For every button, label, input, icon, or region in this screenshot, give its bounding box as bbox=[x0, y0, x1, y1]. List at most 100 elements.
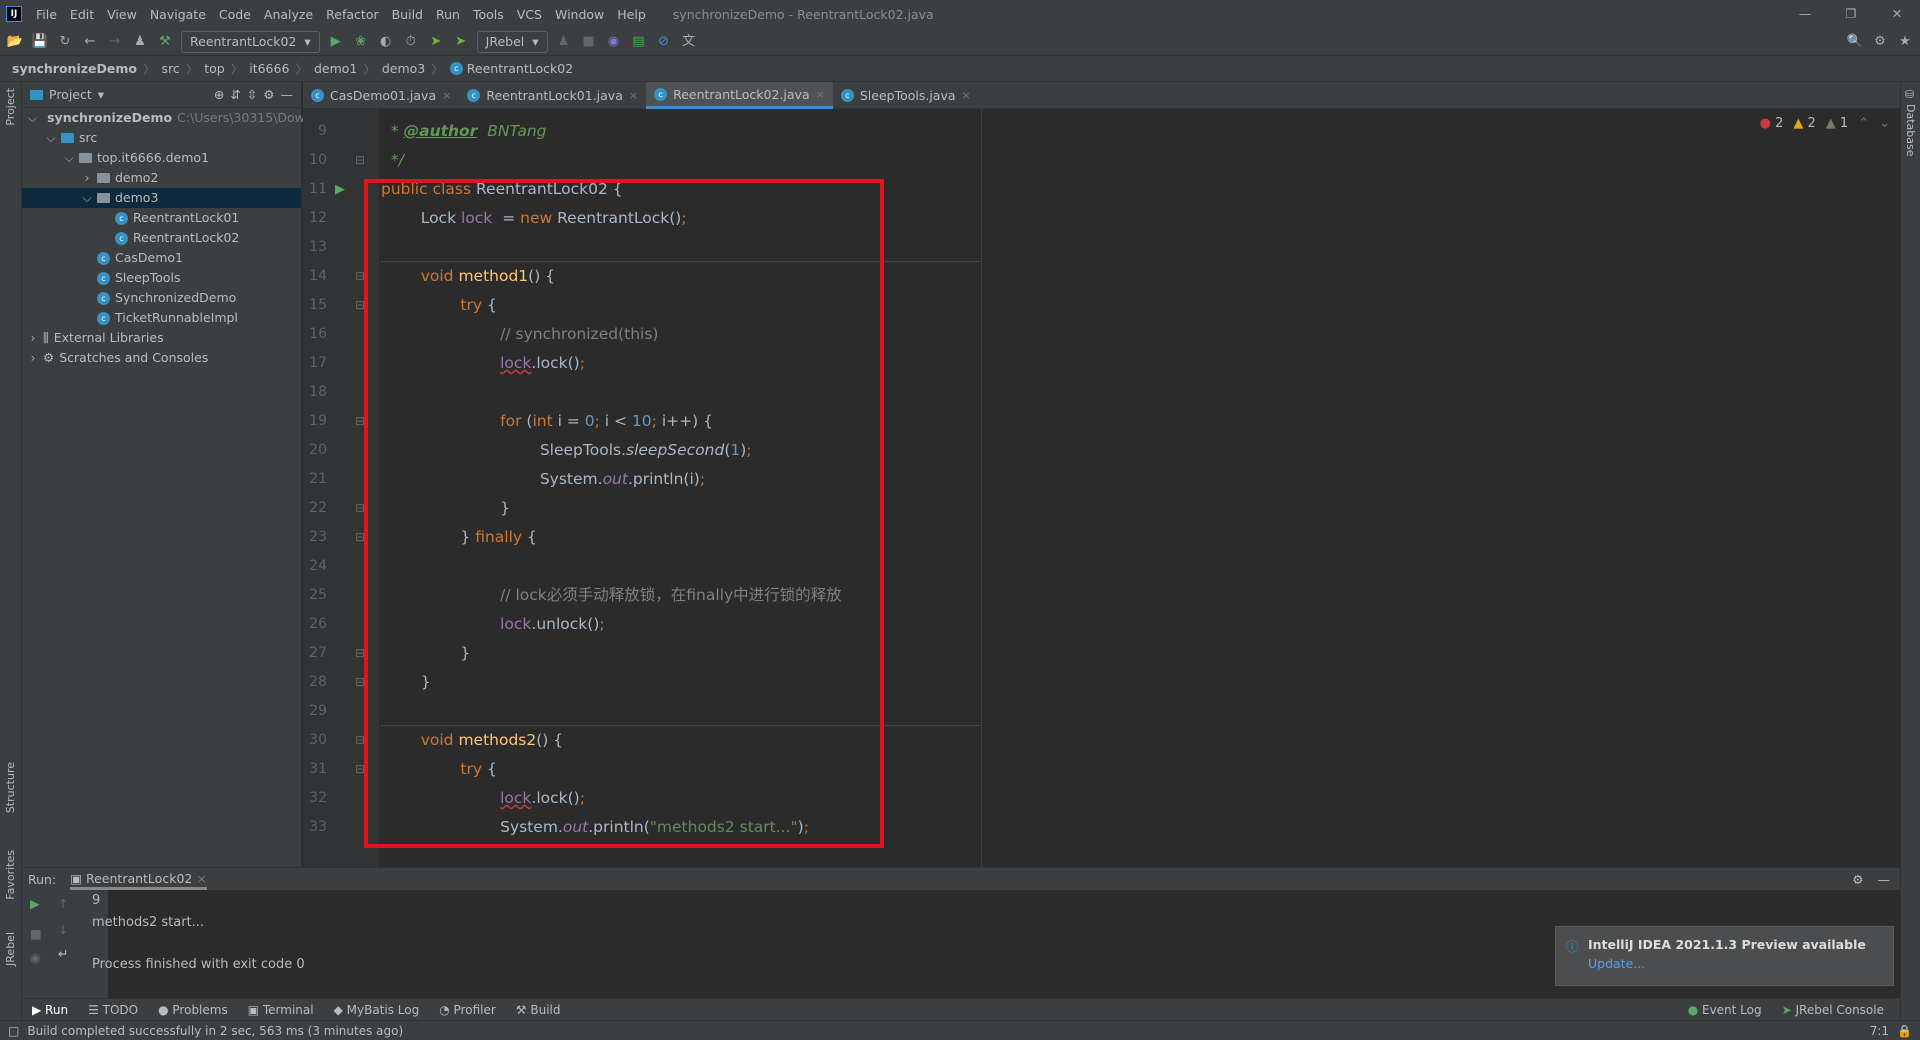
menu-vcs[interactable]: VCS bbox=[517, 7, 542, 22]
chevron-down-icon[interactable]: ⌵ bbox=[46, 128, 56, 148]
tab-reentrantlock01[interactable]: c ReentrantLock01.java × bbox=[459, 82, 646, 109]
stop-icon[interactable]: ■ bbox=[30, 926, 42, 941]
run-icon[interactable]: ▶ bbox=[327, 33, 345, 51]
hide-icon[interactable]: — bbox=[281, 87, 294, 102]
menu-build[interactable]: Build bbox=[392, 7, 423, 22]
breadcrumb-item[interactable]: demo1 bbox=[314, 61, 357, 76]
toolwindow-run[interactable]: ▶ Run bbox=[32, 1003, 68, 1017]
run-config-select[interactable]: ReentrantLock02 ▾ bbox=[181, 30, 320, 53]
tree-item[interactable]: c ReentrantLock01 bbox=[22, 208, 301, 228]
code-line[interactable]: * @author BNTang bbox=[303, 117, 1893, 146]
breadcrumb-item[interactable]: synchronizeDemo bbox=[12, 61, 137, 76]
update-icon[interactable]: ★ bbox=[1896, 33, 1914, 51]
chevron-right-icon[interactable]: › bbox=[28, 348, 38, 368]
previous-highlight-icon[interactable]: ⌃ bbox=[1858, 116, 1869, 131]
disable-icon[interactable]: ⊘ bbox=[655, 33, 673, 51]
tree-item[interactable]: c SynchronizedDemo bbox=[22, 288, 301, 308]
minimize-button[interactable]: — bbox=[1782, 0, 1828, 28]
toolwindow-build[interactable]: ⚒ Build bbox=[516, 1003, 561, 1017]
breadcrumb-item[interactable]: ReentrantLock02 bbox=[467, 61, 573, 76]
expand-all-icon[interactable]: ⇵ bbox=[230, 87, 240, 102]
menu-view[interactable]: View bbox=[107, 7, 137, 22]
gear-icon[interactable]: ⚙ bbox=[1871, 33, 1889, 51]
toolwindow-mybatis-log[interactable]: ◆ MyBatis Log bbox=[334, 1003, 420, 1017]
stripe-database[interactable]: Database bbox=[1904, 104, 1917, 157]
jrebel-select[interactable]: JRebel ▾ bbox=[476, 30, 548, 53]
search-icon[interactable]: 🔍 bbox=[1846, 33, 1864, 51]
back-icon[interactable]: ← bbox=[81, 33, 99, 51]
monitor-icon[interactable]: ▤ bbox=[630, 33, 648, 51]
menu-file[interactable]: File bbox=[36, 7, 57, 22]
tree-item[interactable]: › demo2 bbox=[22, 168, 301, 188]
stop-icon[interactable]: ■ bbox=[580, 33, 598, 51]
chevron-down-icon[interactable]: ⌵ bbox=[82, 188, 92, 208]
toolwindow-terminal[interactable]: ▣ Terminal bbox=[248, 1003, 314, 1017]
up-icon[interactable]: ↑ bbox=[58, 896, 68, 911]
tree-item[interactable]: c SleepTools bbox=[22, 268, 301, 288]
chevron-down-icon[interactable]: ▾ bbox=[98, 87, 104, 102]
translate-icon[interactable]: 文 bbox=[680, 33, 698, 51]
jrebel-run-icon[interactable]: ➤ bbox=[427, 33, 445, 51]
stripe-favorites[interactable]: Favorites bbox=[4, 850, 17, 900]
breadcrumb-item[interactable]: top bbox=[204, 61, 224, 76]
camera-icon[interactable]: ◉ bbox=[30, 950, 41, 965]
stripe-project[interactable]: Project bbox=[4, 88, 17, 126]
tree-item[interactable]: ⌵ top.it6666.demo1 bbox=[22, 148, 301, 168]
console-output[interactable]: 9 methods2 start... Process finished with … bbox=[92, 890, 305, 976]
weak-warning-count[interactable]: ▲ 1 bbox=[1826, 116, 1848, 131]
tree-item[interactable]: c ReentrantLock02 bbox=[22, 228, 301, 248]
tab-casdemo01[interactable]: c CasDemo01.java × bbox=[303, 82, 459, 109]
warning-count[interactable]: ▲ 2 bbox=[1793, 116, 1815, 131]
menu-edit[interactable]: Edit bbox=[70, 7, 94, 22]
toolwindow-todo[interactable]: ☰ TODO bbox=[88, 1003, 138, 1017]
close-tab-icon[interactable]: × bbox=[629, 89, 638, 102]
build-hammer-icon[interactable]: ⚒ bbox=[156, 33, 174, 51]
code-line[interactable]: */ ⊟ bbox=[303, 146, 1893, 175]
jrebel-debug-icon[interactable]: ➤ bbox=[452, 33, 470, 51]
toolwindow-profiler[interactable]: ◔ Profiler bbox=[439, 1003, 496, 1017]
close-tab-icon[interactable]: × bbox=[442, 89, 451, 102]
rerun-icon[interactable]: ▶ bbox=[30, 896, 40, 911]
collapse-all-icon[interactable]: ⇳ bbox=[247, 87, 257, 102]
chevron-right-icon[interactable]: › bbox=[82, 168, 92, 188]
menu-run[interactable]: Run bbox=[436, 7, 460, 22]
stripe-structure[interactable]: Structure bbox=[4, 762, 17, 813]
project-view-select[interactable]: Project bbox=[49, 87, 92, 102]
gear-icon[interactable]: ⚙ bbox=[1852, 872, 1863, 887]
chevron-down-icon[interactable]: ⌵ bbox=[28, 108, 37, 128]
debug-icon[interactable]: ❀ bbox=[352, 33, 370, 51]
close-icon[interactable]: × bbox=[196, 871, 206, 886]
locate-icon[interactable]: ⊕ bbox=[214, 87, 224, 102]
save-icon[interactable]: 💾 bbox=[31, 33, 49, 51]
toolwindow-jrebel-console[interactable]: ➤ JRebel Console bbox=[1782, 1003, 1884, 1017]
toolwindow-event-log[interactable]: ● Event Log bbox=[1688, 1003, 1762, 1017]
coverage-icon[interactable]: ◐ bbox=[377, 33, 395, 51]
sync-icon[interactable]: ↻ bbox=[56, 33, 74, 51]
down-icon[interactable]: ↓ bbox=[58, 922, 68, 937]
run-gutter-icon[interactable]: ▶ bbox=[335, 175, 345, 204]
breadcrumb-item[interactable]: src bbox=[161, 61, 179, 76]
menu-window[interactable]: Window bbox=[555, 7, 604, 22]
stripe-jrebel[interactable]: JRebel bbox=[4, 932, 17, 966]
forward-icon[interactable]: → bbox=[106, 33, 124, 51]
chevron-right-icon[interactable]: › bbox=[28, 328, 38, 348]
gear-icon[interactable]: ⚙ bbox=[263, 87, 274, 102]
tree-item[interactable]: › ⫼ External Libraries bbox=[22, 328, 301, 348]
lock-icon[interactable]: 🔒 bbox=[1897, 1024, 1912, 1038]
tree-item[interactable]: ⌵ synchronizeDemo C:\Users\30315\Dow bbox=[22, 108, 305, 128]
tab-reentrantlock02[interactable]: c ReentrantLock02.java × bbox=[646, 82, 833, 109]
fold-marker-icon[interactable]: ⊟ bbox=[355, 146, 365, 175]
error-count[interactable]: ● 2 bbox=[1760, 116, 1784, 131]
attach-icon[interactable]: ♟ bbox=[555, 33, 573, 51]
menu-help[interactable]: Help bbox=[617, 7, 646, 22]
hide-icon[interactable]: — bbox=[1878, 872, 1891, 887]
update-link[interactable]: Update... bbox=[1588, 956, 1879, 971]
tree-item[interactable]: ⌵ demo3 bbox=[22, 188, 301, 208]
tree-item[interactable]: c TicketRunnableImpl bbox=[22, 308, 301, 328]
menu-navigate[interactable]: Navigate bbox=[150, 7, 206, 22]
menu-refactor[interactable]: Refactor bbox=[326, 7, 378, 22]
close-tab-icon[interactable]: × bbox=[816, 88, 825, 101]
breadcrumb-item[interactable]: it6666 bbox=[249, 61, 289, 76]
soft-wrap-icon[interactable]: ↵ bbox=[58, 946, 68, 961]
tree-item[interactable]: c CasDemo1 bbox=[22, 248, 301, 268]
